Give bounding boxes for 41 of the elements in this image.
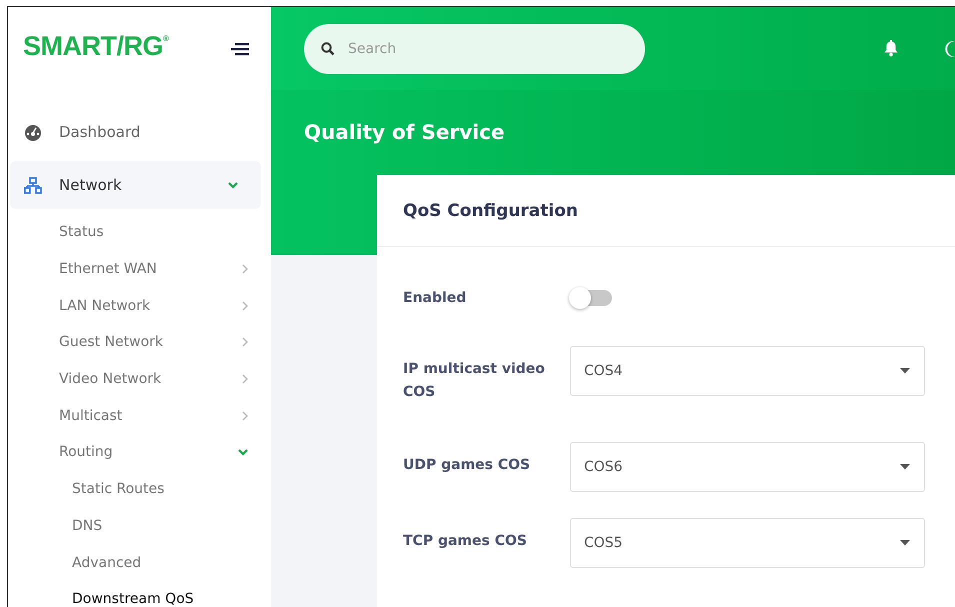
network-icon xyxy=(24,176,42,194)
dropdown[interactable]: COS6 xyxy=(570,442,925,492)
nav-item[interactable]: Routing xyxy=(8,434,271,471)
nav-item[interactable]: Network xyxy=(10,161,261,209)
chevron-right-icon xyxy=(242,410,248,421)
nav-item[interactable]: Guest Network xyxy=(8,324,271,361)
chevron-right-icon xyxy=(242,300,248,311)
chevron-right-icon xyxy=(242,264,248,274)
chevron-down-icon xyxy=(228,182,238,188)
nav-item[interactable]: Static Routes xyxy=(8,470,271,508)
caret-down-icon xyxy=(900,540,910,546)
nav-item[interactable]: LAN Network xyxy=(8,287,271,324)
moon-icon xyxy=(942,40,955,58)
card-title: QoS Configuration xyxy=(403,200,578,220)
nav-item[interactable]: DNS xyxy=(8,508,271,544)
caret-down-icon xyxy=(900,368,910,374)
chevron-down-icon xyxy=(238,448,248,456)
field-label: UDP games COS xyxy=(403,456,532,475)
caret-down-icon xyxy=(900,464,910,470)
search-icon xyxy=(321,42,335,56)
menu-icon xyxy=(231,41,251,57)
search-field[interactable]: Search xyxy=(304,24,645,74)
nav-item[interactable]: Video Network xyxy=(8,360,271,398)
nav-item[interactable]: Advanced xyxy=(8,544,271,581)
chevron-right-icon xyxy=(242,374,248,384)
logo: SMART/RG$^{®}$ xyxy=(23,31,168,62)
field-label: IP multicast video COS xyxy=(403,360,546,402)
nav-item[interactable]: Status xyxy=(8,214,271,251)
nav-item[interactable]: Downstream QoS xyxy=(8,580,271,607)
chevron-right-icon xyxy=(242,337,248,348)
bell-icon xyxy=(883,40,899,57)
nav-item[interactable]: Multicast xyxy=(8,397,271,434)
page-title: Quality of Service xyxy=(304,120,506,144)
field-label: TCP games COS xyxy=(403,532,528,551)
field-label: Enabled xyxy=(403,288,468,308)
dropdown[interactable]: COS4 xyxy=(570,346,925,396)
dropdown[interactable]: COS5 xyxy=(570,518,925,568)
gauge-icon xyxy=(24,124,42,140)
toggle-switch[interactable] xyxy=(572,290,612,306)
nav-item[interactable]: Ethernet WAN xyxy=(8,250,271,288)
nav-item[interactable]: Dashboard xyxy=(10,108,261,156)
